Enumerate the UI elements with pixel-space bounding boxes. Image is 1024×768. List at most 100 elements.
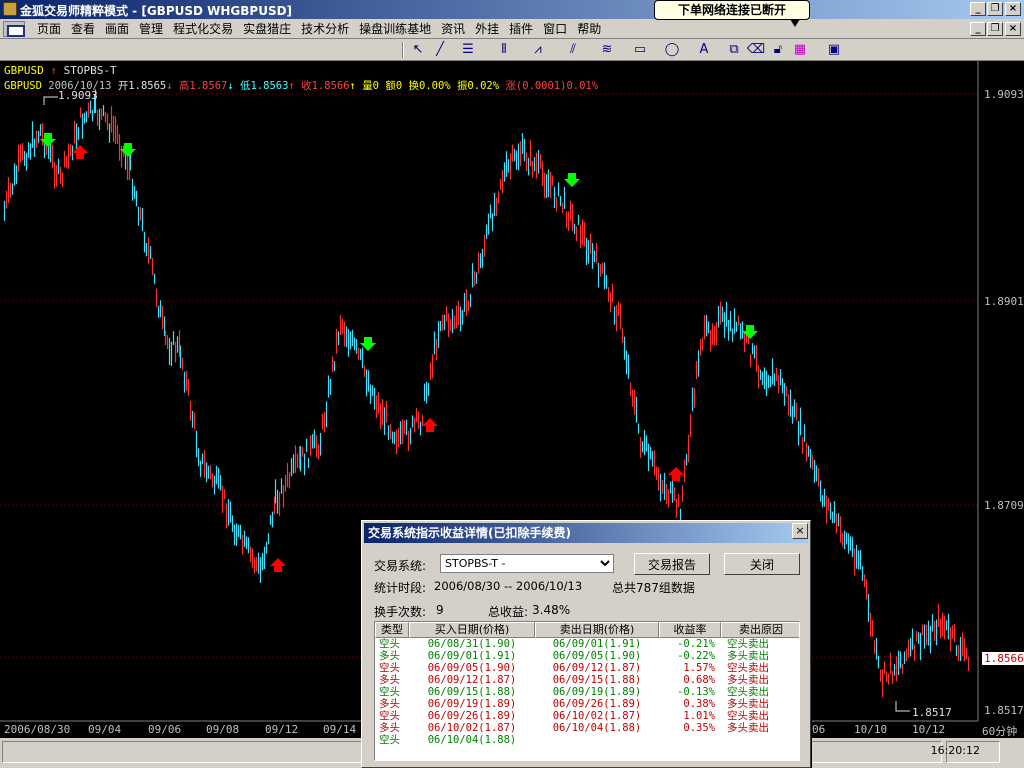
col-buy[interactable]: 买入日期(价格)	[409, 622, 535, 638]
save-icon[interactable]: ▣	[824, 41, 844, 59]
chart-symbol: GBPUSD	[4, 64, 44, 77]
menu-item[interactable]: 资讯	[436, 21, 470, 37]
table-row[interactable]: 空头 06/09/15(1.88) 06/09/19(1.89) -0.13% 空头卖出	[375, 686, 799, 698]
restore-icon[interactable]: ❐	[987, 2, 1003, 16]
cell-reason: 空头卖出	[727, 710, 769, 722]
x-label: 06	[812, 723, 826, 736]
quote-turnover: 换0.00%	[408, 80, 451, 92]
col-reason[interactable]: 卖出原因	[721, 622, 799, 638]
menu-bar: 页面 查看 画面 管理 程式化交易 实盘猎庄 技术分析 操盘训练基地 资讯 外挂 插件 窗口 帮助 _ …	[0, 19, 1024, 39]
buy-signal-arrow-icon	[72, 145, 88, 159]
table-row[interactable]: 多头 06/10/02(1.87) 06/10/04(1.88) 0.35% 多头卖出	[375, 722, 799, 734]
x-label: 09/08	[206, 723, 240, 736]
cell-buy: 06/09/01(1.91)	[427, 650, 517, 662]
table-row[interactable]: 空头 06/10/04(1.88)	[375, 734, 799, 746]
parallel-tool-icon[interactable]: ≋	[597, 41, 617, 59]
trade-report-button[interactable]: 交易报告	[634, 553, 710, 575]
table-row[interactable]: 空头 06/09/05(1.90) 06/09/12(1.87) 1.57% 空头卖出	[375, 662, 799, 674]
vline-tool-icon[interactable]: ⦀	[494, 41, 514, 59]
system-name: STOPBS-T	[63, 64, 117, 77]
ellipse-tool-icon[interactable]: ◯	[662, 41, 682, 59]
menu-item[interactable]: 页面	[32, 21, 66, 37]
eraser-icon[interactable]: ⌫	[746, 41, 766, 59]
menu-item[interactable]: 帮助	[572, 21, 606, 37]
col-sell[interactable]: 卖出日期(价格)	[535, 622, 659, 638]
lock-icon[interactable]: 🔓︎	[768, 41, 788, 59]
menu-item[interactable]: 管理	[134, 21, 168, 37]
trading-system-select[interactable]: STOPBS-T -	[440, 554, 614, 573]
quote-change: 涨(0.0001)0.01%	[505, 80, 599, 92]
cell-buy: 06/09/19(1.89)	[427, 698, 517, 710]
min-price-annotation: 1.8517	[912, 706, 952, 719]
y-label-3: 1.8709	[984, 499, 1024, 512]
menu-item[interactable]: 程式化交易	[168, 21, 238, 37]
cell-ret: -0.13%	[677, 686, 715, 698]
menu-item[interactable]: 插件	[504, 21, 538, 37]
quote-amplitude: 振0.02%	[456, 80, 500, 92]
menu-item[interactable]: 画面	[100, 21, 134, 37]
text-tool-icon[interactable]: A	[694, 41, 714, 59]
cell-sell: 06/09/01(1.91)	[552, 638, 642, 650]
close-icon[interactable]: ×	[1005, 2, 1021, 16]
fan-tool-icon[interactable]: ⩘	[528, 41, 548, 59]
menu-item[interactable]: 外挂	[470, 21, 504, 37]
cell-sell: 06/09/12(1.87)	[552, 662, 642, 674]
table-row[interactable]: 空头 06/08/31(1.90) 06/09/01(1.91) -0.21% 空头卖出	[375, 638, 799, 650]
table-row[interactable]: 多头 06/09/01(1.91) 06/09/05(1.90) -0.22% 多头卖出	[375, 650, 799, 662]
table-row[interactable]: 多头 06/09/19(1.89) 06/09/26(1.89) 0.38% 多头卖出	[375, 698, 799, 710]
copy-icon[interactable]: ⧉	[724, 41, 744, 59]
menu-item[interactable]: 查看	[66, 21, 100, 37]
cell-type: 多头	[379, 674, 400, 686]
sell-signal-arrow-icon	[564, 173, 580, 187]
trade-table[interactable]: 类型 买入日期(价格) 卖出日期(价格) 收益率 卖出原因 空头 06/08/31…	[374, 621, 800, 761]
window-title: 金狐交易师精粹模式 - [GBPUSD WHGBPUSD]	[20, 4, 293, 18]
cell-buy: 06/08/31(1.90)	[427, 638, 517, 650]
cell-ret: 0.38%	[683, 698, 715, 710]
doc-close-icon[interactable]: ×	[1005, 22, 1021, 36]
cell-type: 多头	[379, 698, 400, 710]
timeframe-label[interactable]: 60分钟	[982, 723, 1017, 739]
doc-window-icon[interactable]	[3, 21, 25, 37]
cell-type: 空头	[379, 686, 400, 698]
dialog-close-icon[interactable]: ×	[792, 523, 808, 539]
hline-tool-icon[interactable]: ☰	[458, 41, 478, 59]
color-palette-icon[interactable]: ▦	[790, 41, 810, 59]
x-label: 10/12	[912, 723, 946, 736]
menu-item[interactable]: 技术分析	[296, 21, 354, 37]
menu-item[interactable]: 实盘猎庄	[238, 21, 296, 37]
doc-restore-icon[interactable]: ❐	[987, 22, 1003, 36]
buy-signal-arrow-icon	[422, 418, 438, 432]
profit-label: 总收益:	[488, 605, 529, 619]
minimize-icon[interactable]: _	[970, 2, 986, 16]
quote-high: 高1.8567	[178, 80, 228, 92]
table-row[interactable]: 多头 06/09/12(1.87) 06/09/15(1.88) 0.68% 多头卖出	[375, 674, 799, 686]
close-button[interactable]: 关闭	[724, 553, 800, 575]
data-count: 总共787组数据	[612, 581, 695, 595]
cell-sell	[535, 734, 659, 746]
table-header: 类型 买入日期(价格) 卖出日期(价格) 收益率 卖出原因	[375, 622, 799, 638]
quote-low: 低1.8563	[240, 80, 289, 92]
line-tool-icon[interactable]: ╱	[430, 41, 450, 59]
menu-item[interactable]: 操盘训练基地	[354, 21, 436, 37]
quote-volume: 量0	[362, 80, 380, 92]
buy-signal-arrow-icon	[668, 467, 684, 481]
chart-header-line1: GBPUSD ↑ STOPBS-T	[4, 64, 117, 77]
cursor-icon[interactable]: ↖	[408, 41, 428, 59]
channel-tool-icon[interactable]: ⫽	[563, 41, 583, 59]
cell-buy: 06/09/15(1.88)	[427, 686, 517, 698]
x-label: 09/04	[88, 723, 122, 736]
cell-type: 多头	[379, 722, 400, 734]
menu-item[interactable]: 窗口	[538, 21, 572, 37]
x-label: 10/10	[854, 723, 888, 736]
status-clock: 16:20:12	[930, 744, 980, 757]
rectangle-tool-icon[interactable]: ▭	[630, 41, 650, 59]
table-row[interactable]: 空头 06/09/26(1.89) 06/10/02(1.87) 1.01% 空头卖出	[375, 710, 799, 722]
trades-label: 换手次数:	[374, 605, 427, 619]
x-label: 09/14	[323, 723, 357, 736]
x-label: 2006/08/30	[4, 723, 71, 736]
col-return[interactable]: 收益率	[659, 622, 721, 638]
max-price-annotation: 1.9093	[58, 89, 98, 102]
doc-minimize-icon[interactable]: _	[970, 22, 986, 36]
system-label: 交易系统:	[374, 559, 427, 573]
col-type[interactable]: 类型	[375, 622, 409, 638]
